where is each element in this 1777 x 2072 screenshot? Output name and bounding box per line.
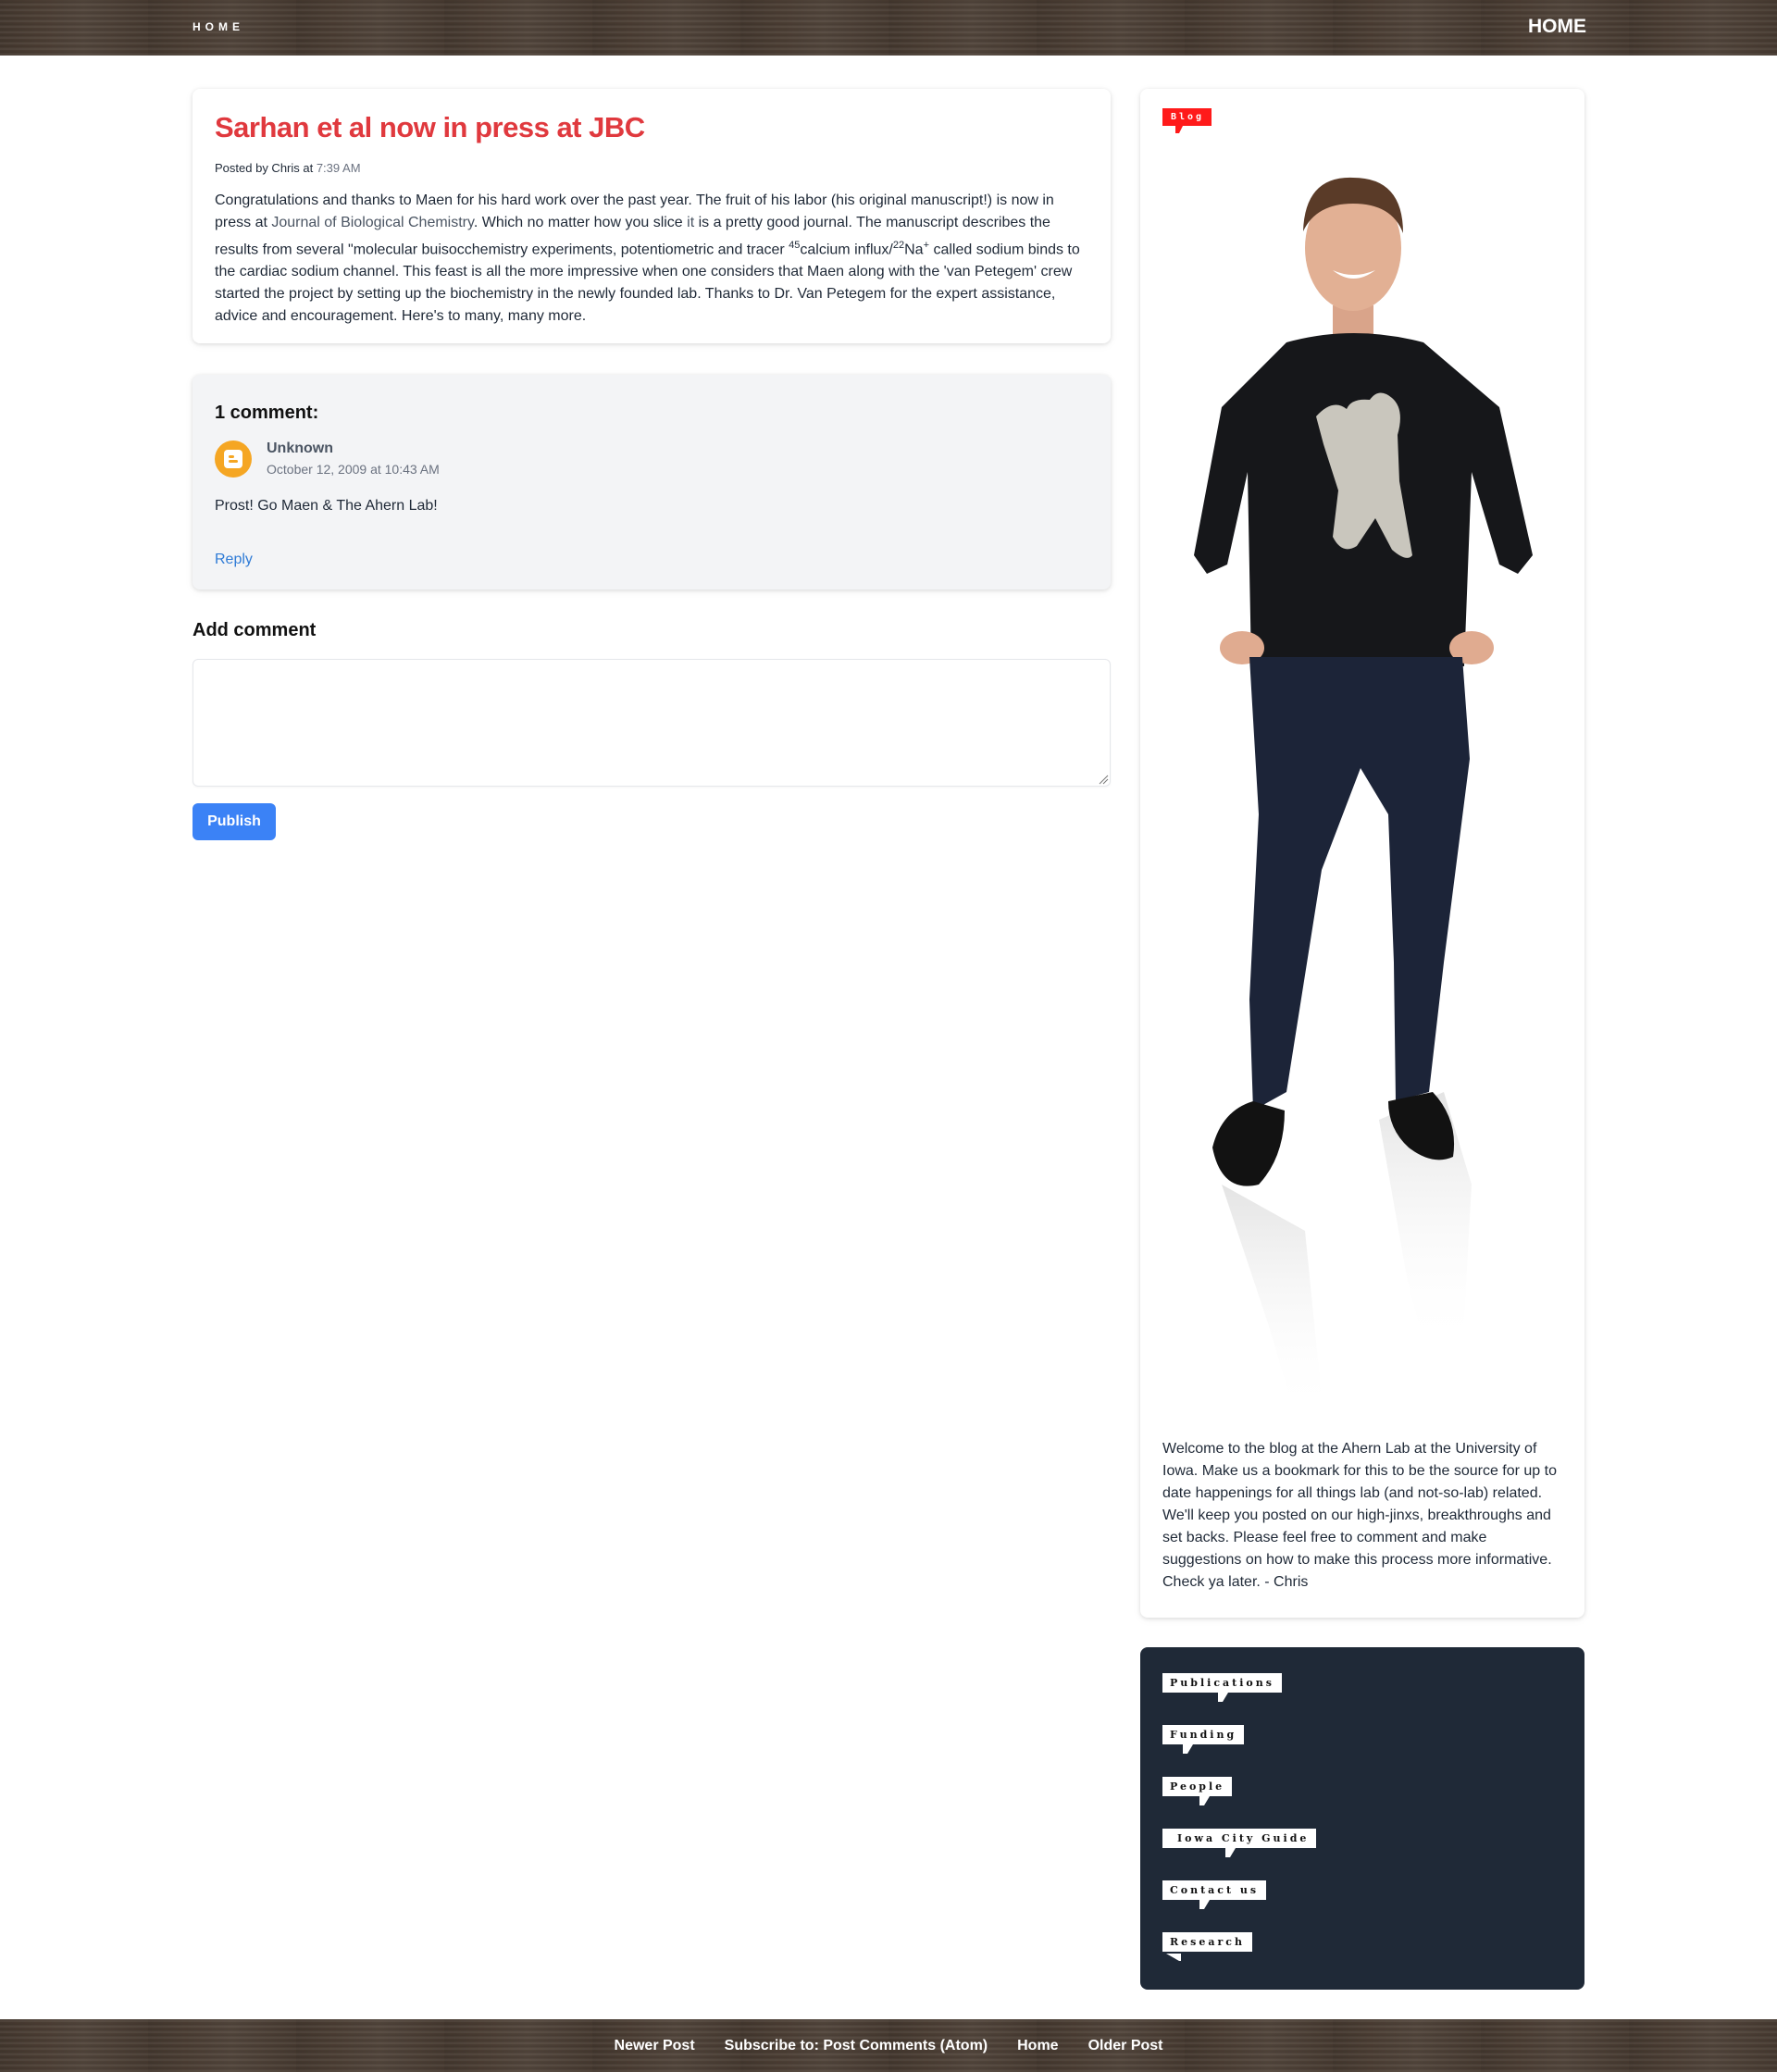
blog-badge[interactable]: Blog	[1162, 108, 1212, 133]
superscript-22: 22	[892, 240, 905, 251]
footer-home-link[interactable]: Home	[1017, 2038, 1058, 2054]
comment-header: Unknown October 12, 2009 at 10:43 AM	[215, 440, 1088, 478]
superscript-45: 45	[789, 240, 801, 251]
journal-link[interactable]: Journal of Biological Chemistry	[271, 215, 473, 230]
publish-button[interactable]: Publish	[193, 803, 276, 840]
comment-date[interactable]: October 12, 2009 at 10:43 AM	[267, 462, 440, 477]
post-body-text-2: . Which no matter how you slice	[473, 215, 688, 230]
post-meta: Posted by Chris at 7:39 AM	[215, 161, 1088, 175]
post-card: Sarhan et al now in press at JBC Posted …	[193, 89, 1111, 343]
comments-title: 1 comment:	[215, 403, 319, 423]
link-contact-us[interactable]: Contact us	[1162, 1880, 1267, 1909]
post-body-text-4: calcium influx/	[800, 242, 893, 258]
post-byline: Posted by Chris at	[215, 161, 317, 175]
link-research[interactable]: Research	[1162, 1932, 1252, 1961]
resize-handle-icon[interactable]	[1098, 774, 1109, 785]
post-time-link[interactable]: 7:39 AM	[317, 161, 361, 175]
post-title[interactable]: Sarhan et al now in press at JBC	[215, 111, 1088, 144]
older-post-link[interactable]: Older Post	[1088, 2038, 1163, 2054]
post-body-text-5: Na	[904, 242, 924, 258]
link-funding[interactable]: Funding	[1162, 1725, 1245, 1754]
reply-link[interactable]: Reply	[215, 552, 253, 568]
footer-bar: Newer Post Subscribe to: Post Comments (…	[0, 2019, 1777, 2072]
post-body: Congratulations and thanks to Maen for h…	[215, 190, 1088, 328]
comment-textarea[interactable]	[193, 659, 1111, 787]
comment-text: Prost! Go Maen & The Ahern Lab!	[215, 498, 438, 514]
site-logo-home[interactable]: HOME	[193, 20, 244, 33]
top-header-bar: HOME HOME	[0, 0, 1777, 56]
link-publications[interactable]: Publications	[1162, 1673, 1282, 1702]
link-people[interactable]: People	[1162, 1777, 1233, 1805]
links-panel: Publications Funding People Iowa City Gu…	[1140, 1647, 1584, 1990]
add-comment-title: Add comment	[193, 620, 317, 640]
link-iowa-city-guide[interactable]: Iowa City Guide	[1162, 1829, 1317, 1857]
subscribe-link[interactable]: Subscribe to: Post Comments (Atom)	[725, 2038, 988, 2054]
blogger-avatar-icon[interactable]	[215, 440, 252, 478]
it-link[interactable]: it	[687, 215, 694, 230]
comment-author[interactable]: Unknown	[267, 440, 440, 457]
profile-photo	[1194, 177, 1533, 1416]
newer-post-link[interactable]: Newer Post	[615, 2038, 695, 2054]
nav-home-link[interactable]: HOME	[1528, 16, 1586, 38]
comments-card: 1 comment: Unknown October 12, 2009 at 1…	[193, 375, 1111, 589]
welcome-text: Welcome to the blog at the Ahern Lab at …	[1162, 1441, 1557, 1590]
